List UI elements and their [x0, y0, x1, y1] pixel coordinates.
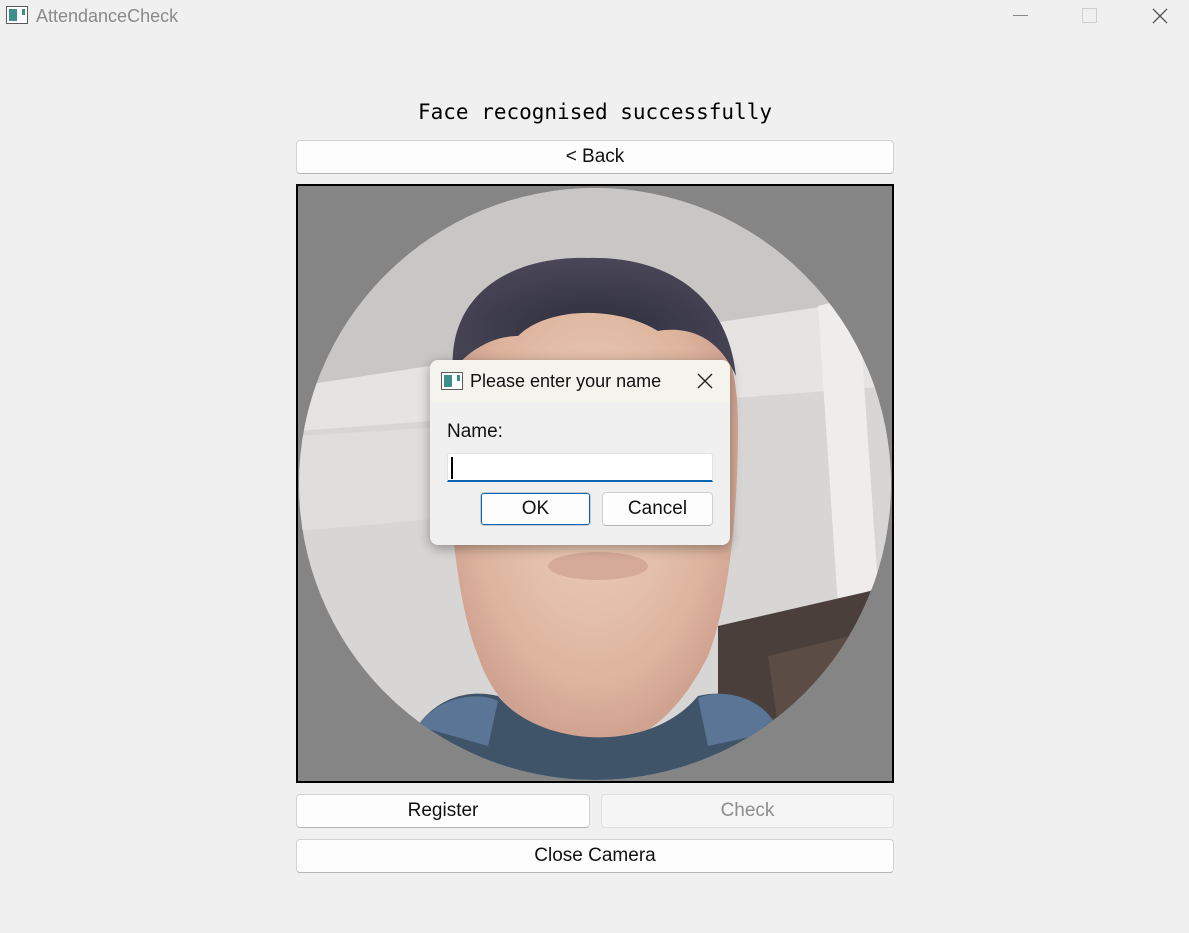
name-input[interactable] [447, 453, 713, 482]
back-button[interactable]: < Back [296, 140, 894, 174]
app-window-icon [6, 6, 28, 24]
close-button[interactable] [1137, 0, 1183, 32]
cancel-button[interactable]: Cancel [602, 492, 713, 526]
window-title: AttendanceCheck [36, 6, 179, 26]
name-label: Name: [447, 421, 503, 442]
window-titlebar: AttendanceCheck [0, 0, 1189, 32]
app-window-icon [441, 372, 463, 390]
status-message: Face recognised successfully [417, 100, 772, 124]
text-cursor [451, 457, 453, 479]
maximize-button[interactable] [1067, 0, 1113, 32]
register-button[interactable]: Register [296, 794, 590, 828]
close-icon [697, 373, 713, 389]
check-button[interactable]: Check [601, 794, 894, 828]
name-input-dialog: Please enter your name Name: OK Cancel [430, 360, 730, 545]
dialog-titlebar: Please enter your name [430, 360, 730, 402]
maximize-icon [1082, 8, 1097, 23]
minimize-icon [1013, 15, 1028, 16]
dialog-title: Please enter your name [470, 371, 662, 391]
minimize-button[interactable] [998, 0, 1044, 32]
close-camera-button[interactable]: Close Camera [296, 839, 894, 873]
close-icon [1152, 8, 1168, 24]
dialog-close-button[interactable] [692, 370, 718, 392]
ok-button[interactable]: OK [480, 492, 591, 526]
